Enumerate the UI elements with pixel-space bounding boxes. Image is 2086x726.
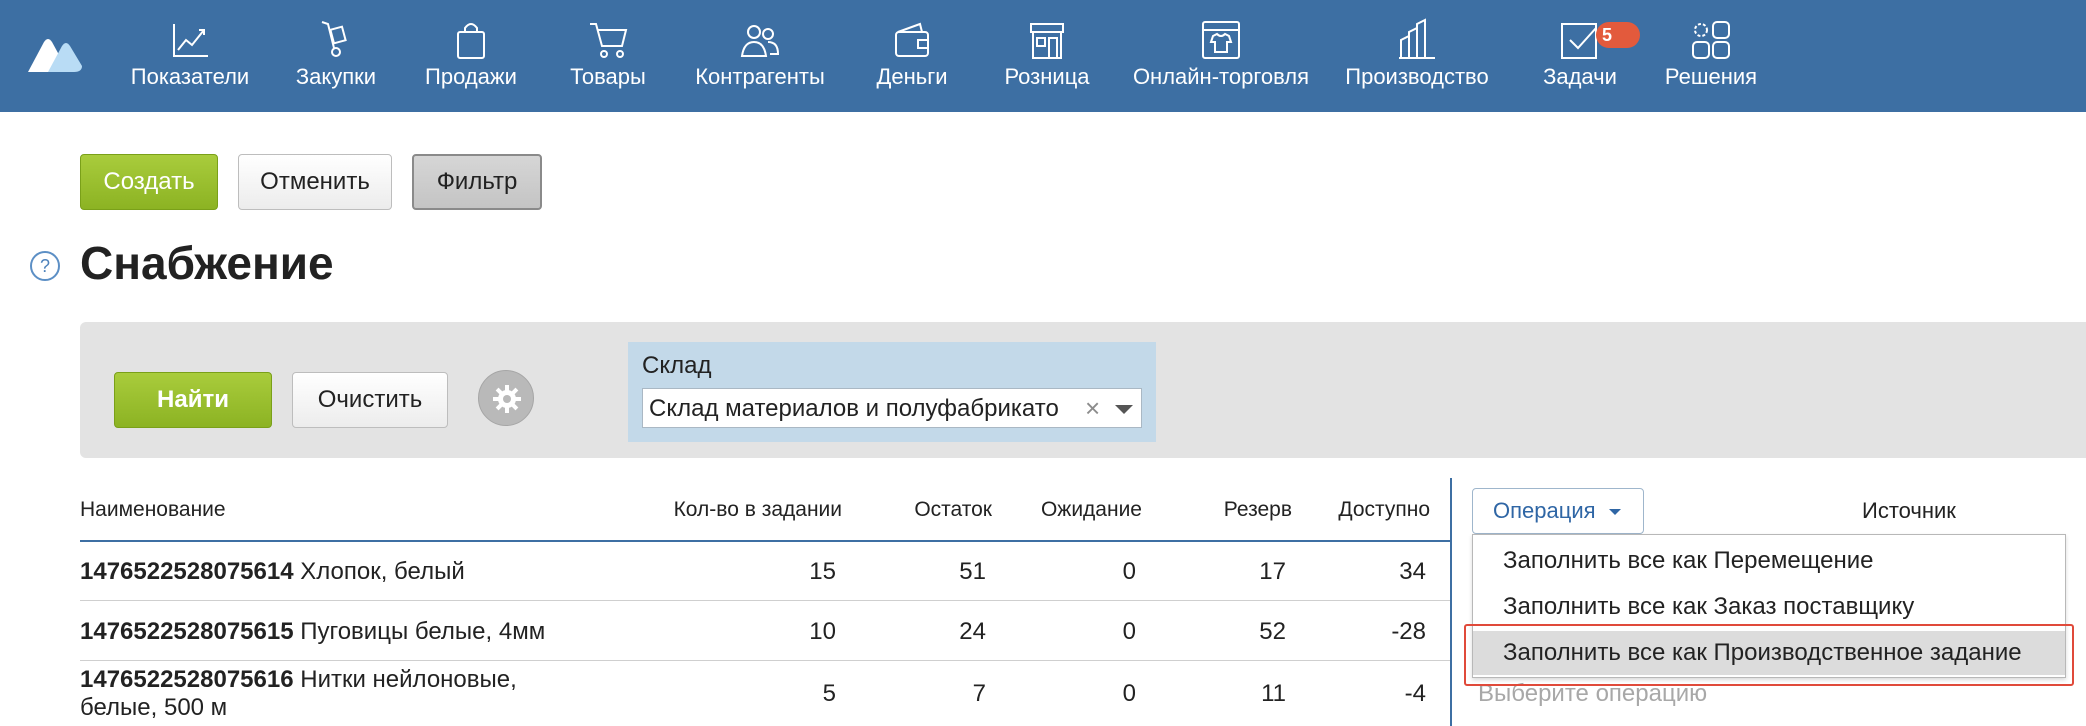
- nav-label: Онлайн-торговля: [1132, 64, 1310, 89]
- highlight-annotation-box: [1464, 624, 2074, 686]
- nav-label: Решения: [1664, 64, 1758, 89]
- cell-waiting: 0: [1122, 680, 1136, 707]
- nav-label: Деньги: [876, 64, 948, 89]
- apps-grid-icon: [1689, 18, 1733, 62]
- operation-dropdown-button[interactable]: Операция: [1472, 488, 1644, 534]
- tasks-check-icon: [1558, 18, 1602, 62]
- cell-reserve: 52: [1259, 618, 1286, 645]
- caret-down-icon: [1609, 509, 1621, 515]
- column-header-available[interactable]: Доступно: [1300, 498, 1430, 522]
- table-row-name[interactable]: 1476522528075615 Пуговицы белые, 4мм: [80, 618, 545, 646]
- column-header-reserve[interactable]: Резерв: [1190, 498, 1292, 522]
- nav-label: Розница: [1004, 64, 1090, 89]
- nav-label: Показатели: [130, 64, 250, 89]
- cell-qty: 5: [822, 680, 836, 707]
- nav-online-torgovlya[interactable]: Онлайн-торговля: [1130, 18, 1312, 98]
- cell-waiting: 0: [1122, 558, 1136, 585]
- column-header-waiting[interactable]: Ожидание: [1010, 498, 1142, 522]
- nav-label: Задачи: [1543, 64, 1617, 89]
- store-icon: [1025, 18, 1069, 62]
- menu-item-fill-transfer[interactable]: Заполнить все как Перемещение: [1473, 539, 2065, 583]
- item-code: 1476522528075615: [80, 618, 294, 645]
- nav-label: Товары: [570, 64, 646, 89]
- cell-available: 34: [1399, 558, 1426, 585]
- online-shop-icon: [1199, 18, 1243, 62]
- cell-stock: 24: [959, 618, 986, 645]
- nav-prodazhi[interactable]: Продажи: [418, 18, 524, 98]
- chevron-down-icon[interactable]: [1115, 405, 1133, 414]
- cell-stock: 7: [972, 680, 986, 707]
- nav-zakupki[interactable]: Закупки: [288, 18, 384, 98]
- find-button[interactable]: Найти: [114, 372, 272, 428]
- column-divider: [1450, 478, 1452, 726]
- nav-tovary[interactable]: Товары: [564, 18, 652, 98]
- item-name: Пуговицы белые, 4мм: [300, 618, 546, 645]
- people-icon: [738, 18, 782, 62]
- item-name: Нитки нейлоновые,: [300, 666, 517, 693]
- shopping-bag-icon: [449, 18, 493, 62]
- cell-reserve: 17: [1259, 558, 1286, 585]
- warehouse-select[interactable]: Склад материалов и полуфабрикато ×: [642, 388, 1142, 428]
- chart-line-icon: [168, 18, 212, 62]
- warehouse-filter: Склад Склад материалов и полуфабрикато ×: [628, 342, 1156, 442]
- filter-toggle-button[interactable]: Фильтр: [412, 154, 542, 210]
- cell-stock: 51: [959, 558, 986, 585]
- page-title: Снабжение: [80, 237, 334, 289]
- wallet-icon: [890, 18, 934, 62]
- logo-icon[interactable]: [26, 32, 82, 74]
- nav-roznica[interactable]: Розница: [1000, 18, 1094, 98]
- filter-settings-button[interactable]: [478, 370, 534, 426]
- table-row-name-continued: белые, 500 м: [80, 694, 228, 721]
- cell-available: -28: [1391, 618, 1426, 645]
- nav-resheniya[interactable]: Решения: [1660, 18, 1762, 98]
- cell-reserve: 11: [1261, 680, 1286, 707]
- nav-pokazateli[interactable]: Показатели: [124, 18, 256, 98]
- nav-label: Закупки: [295, 64, 377, 89]
- row-divider: [80, 660, 1450, 661]
- item-name: Хлопок, белый: [300, 558, 465, 585]
- nav-kontragenty[interactable]: Контрагенты: [690, 18, 830, 98]
- column-header-source: Источник: [1862, 498, 1956, 523]
- table-row-name[interactable]: 1476522528075614 Хлопок, белый: [80, 558, 465, 586]
- row-divider: [80, 600, 1450, 601]
- item-code: 1476522528075614: [80, 558, 294, 585]
- column-header-name[interactable]: Наименование: [80, 498, 226, 522]
- cell-qty: 15: [809, 558, 836, 585]
- cell-qty: 10: [809, 618, 836, 645]
- create-button[interactable]: Создать: [80, 154, 218, 210]
- operation-button-label: Операция: [1493, 498, 1596, 523]
- cancel-button[interactable]: Отменить: [238, 154, 392, 210]
- nav-label: Продажи: [425, 64, 517, 89]
- tasks-count-badge: 5: [1596, 22, 1640, 48]
- factory-icon: [1395, 18, 1439, 62]
- cart-icon: [586, 18, 630, 62]
- item-code: 1476522528075616: [80, 666, 294, 693]
- clear-selection-icon[interactable]: ×: [1085, 393, 1100, 423]
- filter-panel: Найти Очистить Склад Склад материалов и …: [80, 322, 2086, 458]
- cell-available: -4: [1404, 680, 1426, 707]
- column-header-qty[interactable]: Кол-во в задании: [620, 498, 842, 522]
- nav-label: Производство: [1345, 64, 1489, 89]
- nav-proizvodstvo[interactable]: Производство: [1342, 18, 1492, 98]
- help-icon[interactable]: ?: [30, 251, 60, 281]
- nav-dengi[interactable]: Деньги: [872, 18, 952, 98]
- warehouse-filter-label: Склад: [642, 352, 712, 379]
- menu-item-fill-supplier-order[interactable]: Заполнить все как Заказ поставщику: [1473, 585, 2065, 629]
- table-row-name[interactable]: 1476522528075616 Нитки нейлоновые,: [80, 666, 517, 694]
- cell-waiting: 0: [1122, 618, 1136, 645]
- hand-truck-icon: [314, 18, 358, 62]
- nav-label: Контрагенты: [695, 64, 825, 89]
- warehouse-select-value: Склад материалов и полуфабрикато: [649, 395, 1059, 422]
- column-header-stock[interactable]: Остаток: [880, 498, 992, 522]
- gear-icon: [493, 385, 521, 413]
- top-navigation-bar: Показатели Закупки Продажи Товары Контра…: [0, 0, 2086, 112]
- header-divider: [80, 540, 1450, 542]
- nav-zadachi[interactable]: 5 Задачи: [1540, 18, 1640, 98]
- clear-button[interactable]: Очистить: [292, 372, 448, 428]
